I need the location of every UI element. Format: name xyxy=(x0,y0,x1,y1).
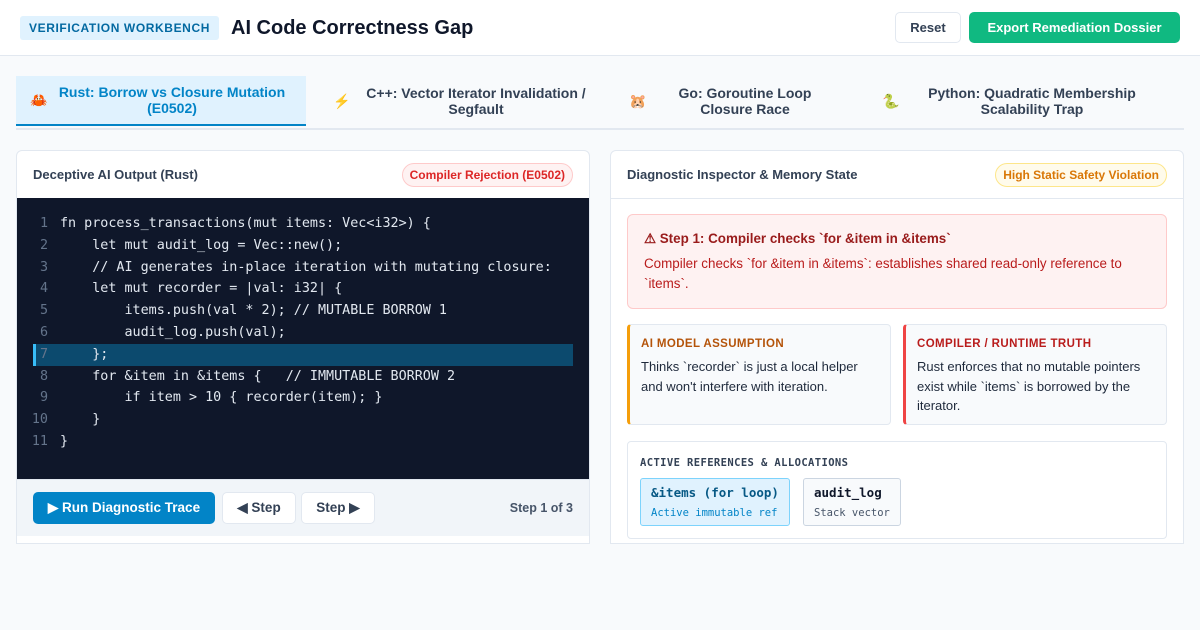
code-line: 2 let mut audit_log = Vec::new(); xyxy=(17,235,589,257)
reference-status: Active immutable ref xyxy=(651,507,778,519)
ai-assumption-card: AI MODEL ASSUMPTION Thinks `recorder` is… xyxy=(627,324,891,425)
code-panel-title: Deceptive AI Output (Rust) xyxy=(33,167,198,182)
line-number: 3 xyxy=(39,259,48,275)
code-line: 6 audit_log.push(val); xyxy=(17,322,589,344)
line-number: 6 xyxy=(39,324,48,340)
step-alert: ⚠ Step 1: Compiler checks `for &item in … xyxy=(627,214,1167,309)
code-line: 4 let mut recorder = |val: i32| { xyxy=(17,278,589,300)
line-number: 7 xyxy=(39,346,48,362)
code-line: 10 } xyxy=(17,409,589,431)
trace-controls: ▶ Run Diagnostic Trace ◀ Step Step ▶ Ste… xyxy=(17,479,589,536)
code-panel-header: Deceptive AI Output (Rust) Compiler Reje… xyxy=(17,151,589,199)
compiler-truth-card: COMPILER / RUNTIME TRUTH Rust enforces t… xyxy=(903,324,1167,425)
code-text: let mut recorder = |val: i32| { xyxy=(60,281,343,297)
step-alert-title: ⚠ Step 1: Compiler checks `for &item in … xyxy=(644,231,951,246)
line-number: 11 xyxy=(31,433,48,449)
step-counter: Step 1 of 3 xyxy=(509,501,573,515)
tab-cpp-label: C++: Vector Iterator Invalidation / Segf… xyxy=(366,85,586,117)
line-number: 10 xyxy=(31,412,48,428)
line-number: 9 xyxy=(39,390,48,406)
compiler-rejection-badge: Compiler Rejection (E0502) xyxy=(401,163,573,187)
tab-python-label: Python: Quadratic Membership Scalability… xyxy=(928,85,1136,117)
reference-status: Stack vector xyxy=(814,507,890,519)
active-references-title: ACTIVE REFERENCES & ALLOCATIONS xyxy=(640,457,849,469)
snake-icon: 🐍 xyxy=(882,92,900,109)
code-text: let mut audit_log = Vec::new(); xyxy=(60,237,343,253)
code-text: fn process_transactions(mut items: Vec<i… xyxy=(60,216,431,231)
code-text: } xyxy=(60,412,101,428)
code-line: 9 if item > 10 { recorder(item); } xyxy=(17,387,589,409)
lightning-icon: ⚡ xyxy=(333,92,351,109)
tab-cpp[interactable]: ⚡ C++: Vector Iterator Invalidation / Se… xyxy=(321,76,601,126)
tab-rust[interactable]: 🦀 Rust: Borrow vs Closure Mutation (E050… xyxy=(16,76,306,126)
top-bar: VERIFICATION WORKBENCH AI Code Correctne… xyxy=(0,0,1200,56)
reference-chip: &items (for loop) Active immutable ref xyxy=(640,478,790,526)
code-text: } xyxy=(60,433,69,449)
line-number: 5 xyxy=(39,303,48,319)
code-text: if item > 10 { recorder(item); } xyxy=(60,390,383,406)
safety-violation-badge: High Static Safety Violation xyxy=(995,163,1167,187)
inspector-panel: Diagnostic Inspector & Memory State High… xyxy=(610,150,1184,544)
step-back-button[interactable]: ◀ Step xyxy=(222,492,296,524)
line-number: 1 xyxy=(39,216,48,231)
tab-go-label: Go: Goroutine Loop Closure Race xyxy=(678,85,812,117)
code-line: 1 fn process_transactions(mut items: Vec<… xyxy=(17,213,589,235)
code-editor: 1 fn process_transactions(mut items: Vec<… xyxy=(17,198,589,479)
step-alert-body: Compiler checks `for &item in &items`: e… xyxy=(644,256,1122,291)
tab-go[interactable]: 🐹 Go: Goroutine Loop Closure Race xyxy=(619,76,849,126)
line-number: 8 xyxy=(39,368,48,384)
code-text: items.push(val * 2); // MUTABLE BORROW 1 xyxy=(60,303,447,319)
code-text: }; xyxy=(60,346,109,362)
active-references: ACTIVE REFERENCES & ALLOCATIONS &items (… xyxy=(627,441,1167,539)
page-title: AI Code Correctness Gap xyxy=(231,17,474,39)
tab-rust-label: Rust: Borrow vs Closure Mutation (E0502) xyxy=(58,84,286,116)
reference-name: &items (for loop) xyxy=(651,485,779,500)
step-forward-button[interactable]: Step ▶ xyxy=(301,492,375,524)
highlighted-code-line: 7 }; xyxy=(33,343,573,366)
export-dossier-button[interactable]: Export Remediation Dossier xyxy=(969,12,1180,43)
inspector-panel-title: Diagnostic Inspector & Memory State xyxy=(627,167,858,182)
tab-python[interactable]: 🐍 Python: Quadratic Membership Scalabili… xyxy=(874,76,1174,126)
run-trace-button[interactable]: ▶ Run Diagnostic Trace xyxy=(33,492,215,524)
code-line: 3 // AI generates in-place iteration wit… xyxy=(17,257,589,279)
code-line: 11} xyxy=(17,431,589,453)
reference-chip: audit_log Stack vector xyxy=(803,478,901,526)
inspector-panel-header: Diagnostic Inspector & Memory State High… xyxy=(611,151,1183,199)
line-number: 4 xyxy=(39,281,48,297)
code-line: 8 for &item in &items { // IMMUTABLE BOR… xyxy=(17,366,589,388)
ai-assumption-text: Thinks `recorder` is just a local helper… xyxy=(641,359,858,394)
code-panel: Deceptive AI Output (Rust) Compiler Reje… xyxy=(16,150,590,544)
compiler-truth-label: COMPILER / RUNTIME TRUTH xyxy=(917,338,1092,350)
scenario-tabs: 🦀 Rust: Borrow vs Closure Mutation (E050… xyxy=(16,76,1184,130)
crab-icon: 🦀 xyxy=(30,91,48,108)
code-text: // AI generates in-place iteration with … xyxy=(60,259,552,275)
line-number: 2 xyxy=(39,237,48,253)
code-line: 5 items.push(val * 2); // MUTABLE BORROW… xyxy=(17,300,589,322)
reset-button[interactable]: Reset xyxy=(895,12,961,43)
code-text: audit_log.push(val); xyxy=(60,324,286,340)
compiler-truth-text: Rust enforces that no mutable pointers e… xyxy=(917,359,1141,413)
code-text: for &item in &items { // IMMUTABLE BORRO… xyxy=(60,368,456,384)
ai-assumption-label: AI MODEL ASSUMPTION xyxy=(641,338,785,350)
reference-name: audit_log xyxy=(814,485,882,500)
gopher-icon: 🐹 xyxy=(629,92,647,109)
workbench-badge: VERIFICATION WORKBENCH xyxy=(20,16,219,40)
